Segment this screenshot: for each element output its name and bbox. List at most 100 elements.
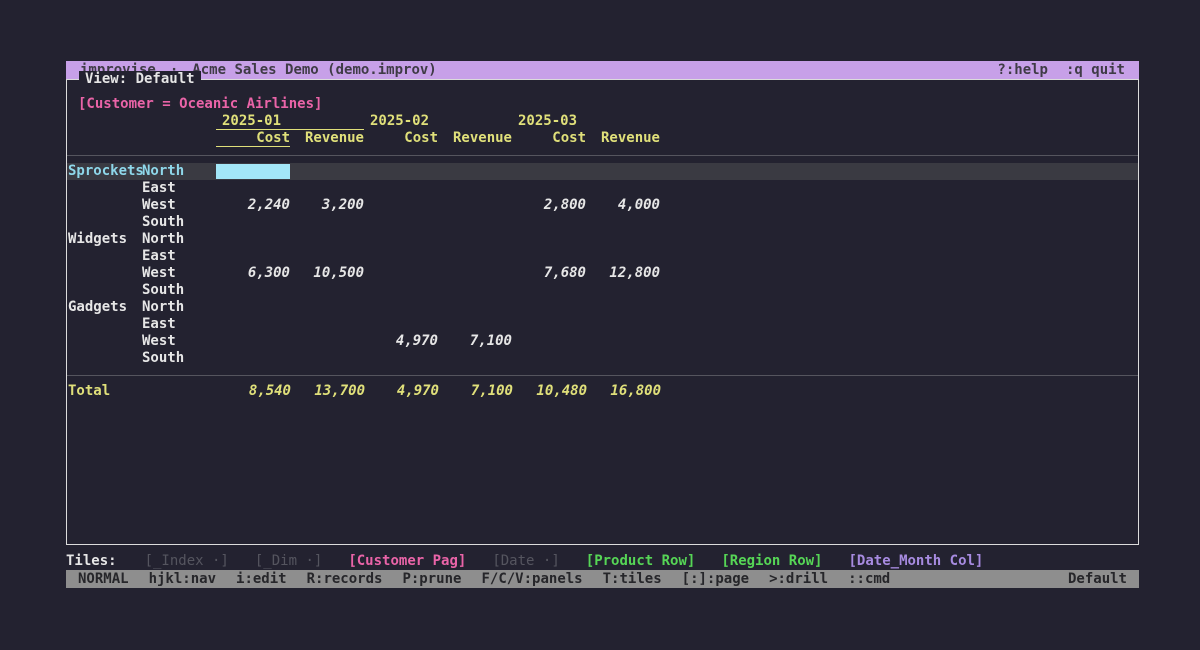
- value-cell[interactable]: [438, 214, 512, 231]
- value-cell[interactable]: [512, 333, 586, 350]
- cell-region[interactable]: North: [142, 163, 216, 180]
- measure-header[interactable]: Cost: [364, 130, 438, 147]
- value-cell[interactable]: [364, 265, 438, 282]
- value-cell[interactable]: [586, 333, 660, 350]
- value-cell[interactable]: [438, 180, 512, 197]
- cell-product[interactable]: [67, 248, 142, 265]
- value-cell[interactable]: [586, 231, 660, 248]
- value-cell[interactable]: [216, 214, 290, 231]
- cell-region[interactable]: West: [142, 265, 216, 282]
- month-group-header[interactable]: 2025-02: [364, 113, 512, 130]
- value-cell[interactable]: [364, 299, 438, 316]
- value-cell[interactable]: [512, 299, 586, 316]
- cell-product[interactable]: Widgets: [67, 231, 142, 248]
- tile-item[interactable]: [Date ·]: [492, 553, 559, 569]
- tile-item[interactable]: [Region Row]: [721, 553, 822, 569]
- cell-product[interactable]: [67, 265, 142, 282]
- value-cell[interactable]: [586, 248, 660, 265]
- quit-keybind[interactable]: :q quit: [1066, 61, 1125, 79]
- value-cell[interactable]: [512, 282, 586, 299]
- value-cell[interactable]: [364, 316, 438, 333]
- value-cell[interactable]: [364, 214, 438, 231]
- value-cell[interactable]: [438, 163, 512, 180]
- tile-item[interactable]: [Customer Pag]: [348, 553, 466, 569]
- cell-region[interactable]: East: [142, 180, 216, 197]
- value-cell[interactable]: [216, 248, 290, 265]
- value-cell[interactable]: [364, 350, 438, 367]
- value-cell[interactable]: 2,800: [512, 197, 586, 214]
- value-cell[interactable]: [364, 180, 438, 197]
- value-cell[interactable]: 12,800: [586, 265, 660, 282]
- month-group-header[interactable]: 2025-03: [512, 113, 660, 130]
- value-cell[interactable]: [290, 282, 364, 299]
- cell-region[interactable]: North: [142, 299, 216, 316]
- value-cell[interactable]: 10,500: [290, 265, 364, 282]
- value-cell[interactable]: [216, 180, 290, 197]
- cell-product[interactable]: [67, 197, 142, 214]
- value-cell[interactable]: [216, 316, 290, 333]
- measure-header[interactable]: Cost: [512, 130, 586, 147]
- value-cell[interactable]: [364, 197, 438, 214]
- value-cell[interactable]: 3,200: [290, 197, 364, 214]
- value-cell[interactable]: [512, 231, 586, 248]
- filter-badge[interactable]: [Customer = Oceanic Airlines]: [78, 96, 1138, 113]
- cell-product[interactable]: [67, 282, 142, 299]
- measure-header[interactable]: Revenue: [438, 130, 512, 147]
- value-cell[interactable]: [438, 231, 512, 248]
- value-cell[interactable]: [586, 282, 660, 299]
- value-cell[interactable]: [438, 316, 512, 333]
- value-cell[interactable]: [290, 214, 364, 231]
- tile-item[interactable]: [_Index ·]: [145, 553, 229, 569]
- value-cell[interactable]: 2,240: [216, 197, 290, 214]
- value-cell[interactable]: [586, 163, 660, 180]
- measure-header[interactable]: Cost: [216, 130, 290, 147]
- value-cell[interactable]: [586, 350, 660, 367]
- measure-header[interactable]: Revenue: [586, 130, 660, 147]
- cell-product[interactable]: Sprockets: [67, 163, 142, 180]
- value-cell[interactable]: [290, 248, 364, 265]
- value-cell[interactable]: [438, 248, 512, 265]
- value-cell[interactable]: [512, 214, 586, 231]
- value-cell[interactable]: [586, 316, 660, 333]
- value-cell[interactable]: 4,970: [364, 333, 438, 350]
- value-cell[interactable]: [290, 350, 364, 367]
- value-cell[interactable]: [438, 350, 512, 367]
- value-cell[interactable]: [216, 299, 290, 316]
- value-cell[interactable]: [364, 163, 438, 180]
- value-cell[interactable]: [290, 299, 364, 316]
- selected-cell-cursor[interactable]: [216, 164, 290, 179]
- cell-region[interactable]: East: [142, 316, 216, 333]
- value-cell[interactable]: [586, 180, 660, 197]
- value-cell[interactable]: [364, 248, 438, 265]
- value-cell[interactable]: [438, 265, 512, 282]
- cell-region[interactable]: South: [142, 350, 216, 367]
- cell-region[interactable]: East: [142, 248, 216, 265]
- value-cell[interactable]: [290, 333, 364, 350]
- cell-product[interactable]: [67, 180, 142, 197]
- tile-item[interactable]: [Product Row]: [586, 553, 696, 569]
- value-cell[interactable]: [216, 282, 290, 299]
- value-cell[interactable]: [216, 350, 290, 367]
- value-cell[interactable]: [512, 316, 586, 333]
- cell-region[interactable]: West: [142, 197, 216, 214]
- cell-region[interactable]: South: [142, 214, 216, 231]
- value-cell[interactable]: [290, 231, 364, 248]
- value-cell[interactable]: [216, 333, 290, 350]
- value-cell[interactable]: [364, 282, 438, 299]
- value-cell[interactable]: [438, 197, 512, 214]
- cell-region[interactable]: South: [142, 282, 216, 299]
- value-cell[interactable]: [586, 214, 660, 231]
- value-cell[interactable]: 7,680: [512, 265, 586, 282]
- value-cell[interactable]: [438, 282, 512, 299]
- value-cell[interactable]: 6,300: [216, 265, 290, 282]
- value-cell[interactable]: [438, 299, 512, 316]
- value-cell[interactable]: [290, 180, 364, 197]
- value-cell[interactable]: [512, 350, 586, 367]
- cell-product[interactable]: [67, 333, 142, 350]
- tile-item[interactable]: [Date_Month Col]: [849, 553, 984, 569]
- value-cell[interactable]: [216, 231, 290, 248]
- value-cell[interactable]: [512, 248, 586, 265]
- cell-product[interactable]: [67, 214, 142, 231]
- value-cell[interactable]: 4,000: [586, 197, 660, 214]
- value-cell[interactable]: 7,100: [438, 333, 512, 350]
